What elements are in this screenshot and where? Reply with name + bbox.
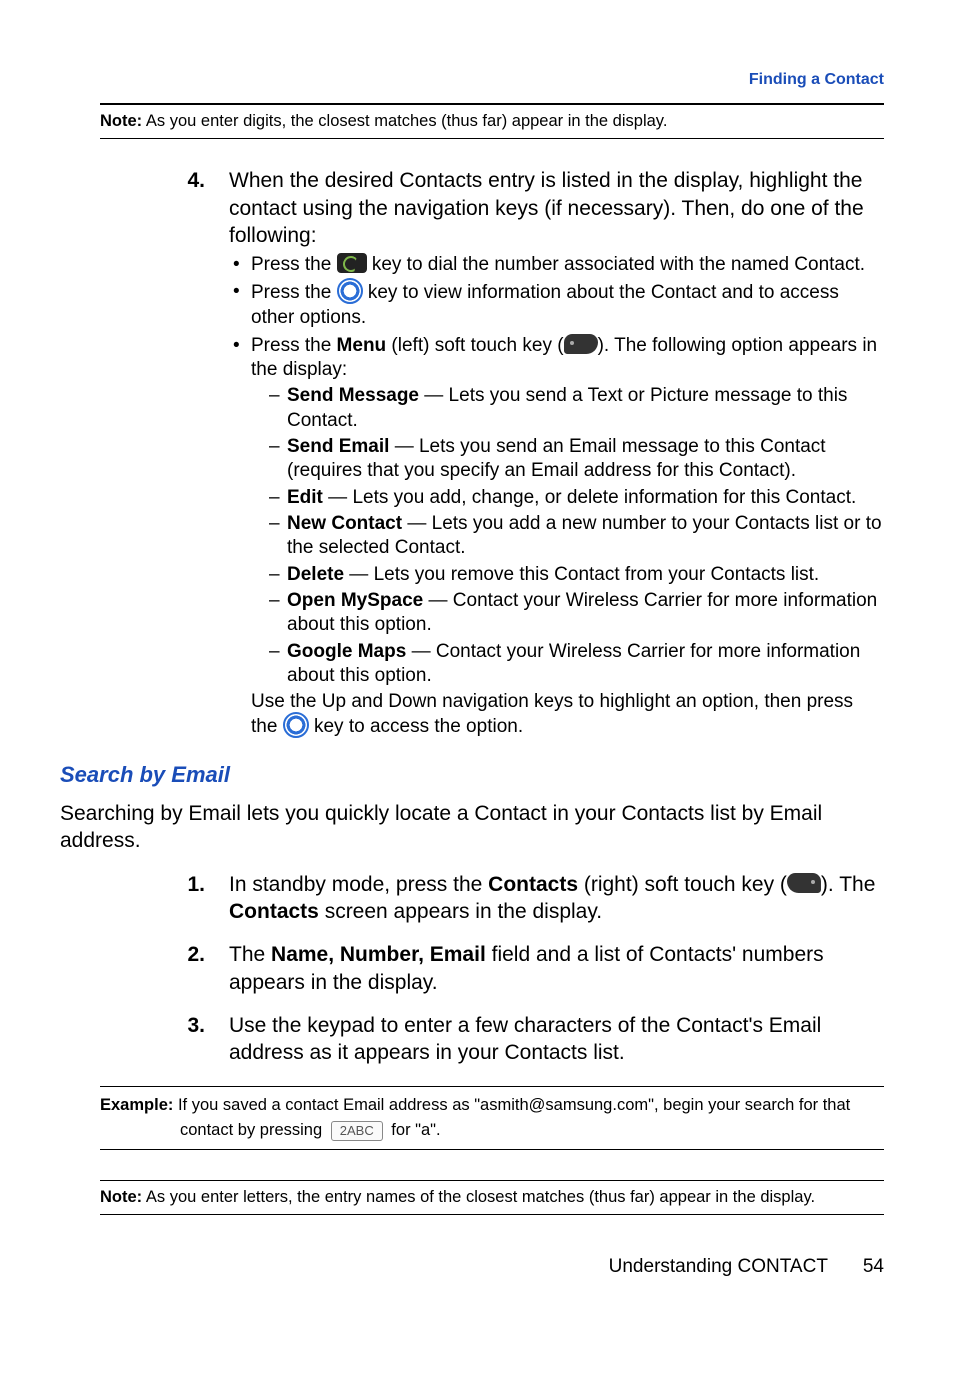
option-google-maps: Google Maps — Contact your Wireless Carr…: [269, 640, 884, 689]
ok-key-icon: [337, 278, 363, 304]
page-number: 54: [863, 1256, 884, 1277]
softkey-right-icon: [787, 873, 821, 893]
call-key-icon: [337, 253, 367, 273]
step-number: 3.: [170, 1012, 205, 1067]
note-label: Note:: [100, 112, 142, 130]
note-block: Note: As you enter digits, the closest m…: [100, 111, 884, 132]
field-label: Name, Number, Email: [271, 943, 486, 966]
intro-paragraph: Searching by Email lets you quickly loca…: [60, 800, 884, 855]
menu-label: Menu: [337, 335, 387, 356]
option-send-message: Send Message — Lets you send a Text or P…: [269, 384, 884, 433]
note-text: As you enter letters, the entry names of…: [146, 1188, 815, 1206]
bullet-item: Press the Menu (left) soft touch key ().…: [229, 334, 884, 741]
step-4: 4. When the desired Contacts entry is li…: [170, 167, 884, 743]
divider: [100, 103, 884, 105]
step-text: When the desired Contacts entry is liste…: [229, 169, 864, 247]
example-text: If you saved a contact Email address as …: [178, 1096, 850, 1114]
divider: [100, 1180, 884, 1181]
example-label: Example:: [100, 1096, 173, 1114]
ok-key-icon: [283, 712, 309, 738]
contacts-label: Contacts: [488, 873, 578, 896]
divider: [100, 138, 884, 139]
option-send-email: Send Email — Lets you send an Email mess…: [269, 435, 884, 484]
softkey-left-icon: [564, 334, 598, 354]
step-number: 4.: [170, 167, 205, 743]
example-block: Example: If you saved a contact Email ad…: [100, 1093, 884, 1143]
step-text: Use the keypad to enter a few characters…: [229, 1012, 884, 1067]
divider: [100, 1214, 884, 1215]
step-number: 1.: [170, 871, 205, 926]
section-name: Understanding CONTACT: [609, 1256, 828, 1277]
step-number: 2.: [170, 941, 205, 996]
step-1: 1. In standby mode, press the Contacts (…: [170, 871, 884, 926]
option-edit: Edit — Lets you add, change, or delete i…: [269, 486, 884, 510]
bullet-item: Press the key to view information about …: [229, 280, 884, 330]
bullet-item: Press the key to dial the number associa…: [229, 253, 884, 277]
divider: [100, 1086, 884, 1087]
note-text: As you enter digits, the closest matches…: [146, 112, 668, 130]
option-delete: Delete — Lets you remove this Contact fr…: [269, 563, 884, 587]
section-heading: Search by Email: [60, 761, 884, 790]
note-block-2: Note: As you enter letters, the entry na…: [100, 1187, 884, 1208]
divider: [100, 1149, 884, 1150]
page-footer: Understanding CONTACT 54: [100, 1255, 884, 1280]
contacts-screen-label: Contacts: [229, 900, 319, 923]
option-new-contact: New Contact — Lets you add a new number …: [269, 512, 884, 561]
breadcrumb: Finding a Contact: [100, 70, 884, 91]
option-open-myspace: Open MySpace — Contact your Wireless Car…: [269, 589, 884, 638]
step-3: 3. Use the keypad to enter a few charact…: [170, 1012, 884, 1067]
step-2: 2. The Name, Number, Email field and a l…: [170, 941, 884, 996]
key-2-icon: 2ABC: [331, 1121, 383, 1141]
note-label: Note:: [100, 1188, 142, 1206]
option-tail: Use the Up and Down navigation keys to h…: [251, 690, 884, 740]
